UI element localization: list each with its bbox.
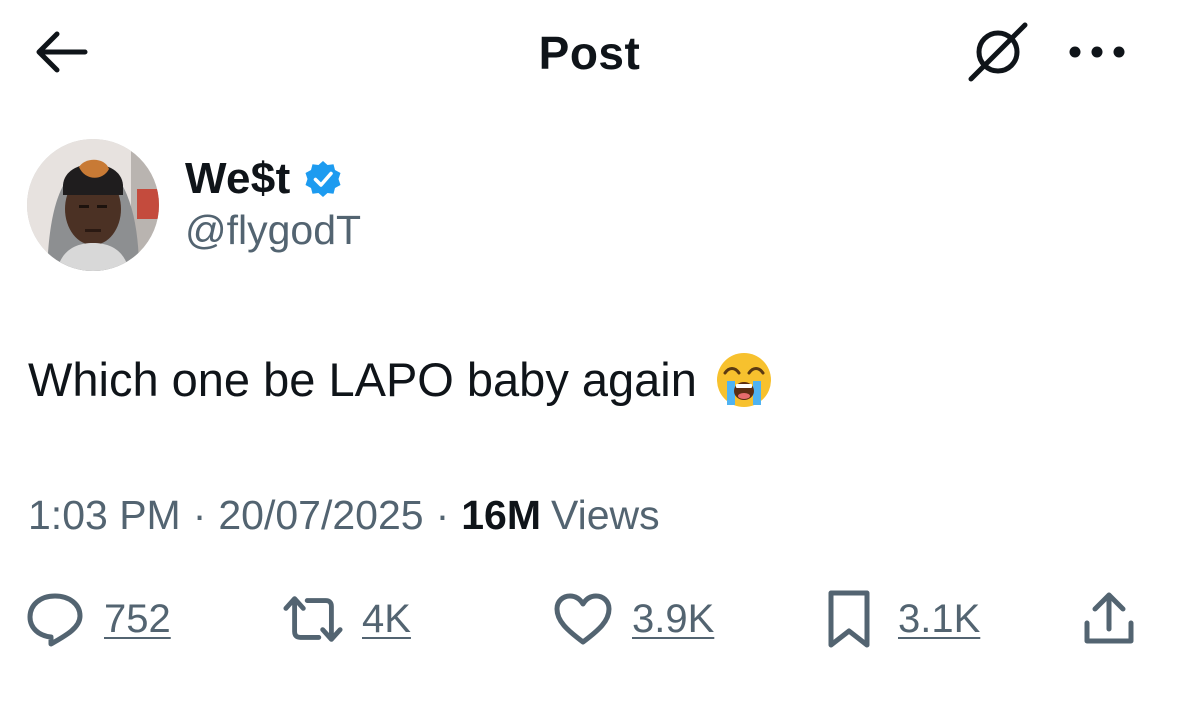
grok-icon	[968, 22, 1028, 82]
post-text: Which one be LAPO baby again	[28, 350, 773, 410]
post-text-content: Which one be LAPO baby again	[28, 353, 697, 406]
meta-separator: ·	[192, 492, 207, 538]
avatar[interactable]	[27, 139, 159, 271]
bookmark-button[interactable]: 3.1K	[818, 588, 980, 650]
views-label[interactable]: Views	[551, 492, 660, 539]
avatar-image	[27, 139, 159, 271]
loudly-crying-face-emoji-icon	[715, 351, 773, 409]
reply-count[interactable]: 752	[104, 597, 171, 642]
verified-badge-icon	[303, 159, 343, 199]
meta-separator: ·	[435, 492, 450, 538]
more-horizontal-icon	[1069, 46, 1125, 58]
author-name: We$t	[185, 154, 291, 203]
views-count[interactable]: 16M	[461, 492, 541, 539]
post-time: 1:03 PM	[28, 492, 181, 538]
like-count[interactable]: 3.9K	[632, 597, 714, 642]
reply-icon	[24, 588, 86, 650]
post-date: 20/07/2025	[218, 492, 424, 538]
repost-icon	[282, 588, 344, 650]
heart-icon	[552, 588, 614, 650]
like-button[interactable]: 3.9K	[552, 588, 714, 650]
share-button[interactable]	[1078, 588, 1140, 650]
repost-count[interactable]: 4K	[362, 597, 411, 642]
author-name-row[interactable]: We$t	[185, 152, 343, 206]
bookmark-icon	[818, 588, 880, 650]
bookmark-count[interactable]: 3.1K	[898, 597, 980, 642]
more-options-button[interactable]	[1062, 30, 1132, 74]
post-meta: 1:03 PM · 20/07/2025 · 16M Views	[28, 492, 660, 539]
repost-button[interactable]: 4K	[282, 588, 411, 650]
grok-button[interactable]	[962, 18, 1034, 86]
author-handle[interactable]: @flygodT	[185, 207, 361, 254]
reply-button[interactable]: 752	[24, 588, 171, 650]
share-icon	[1078, 588, 1140, 650]
